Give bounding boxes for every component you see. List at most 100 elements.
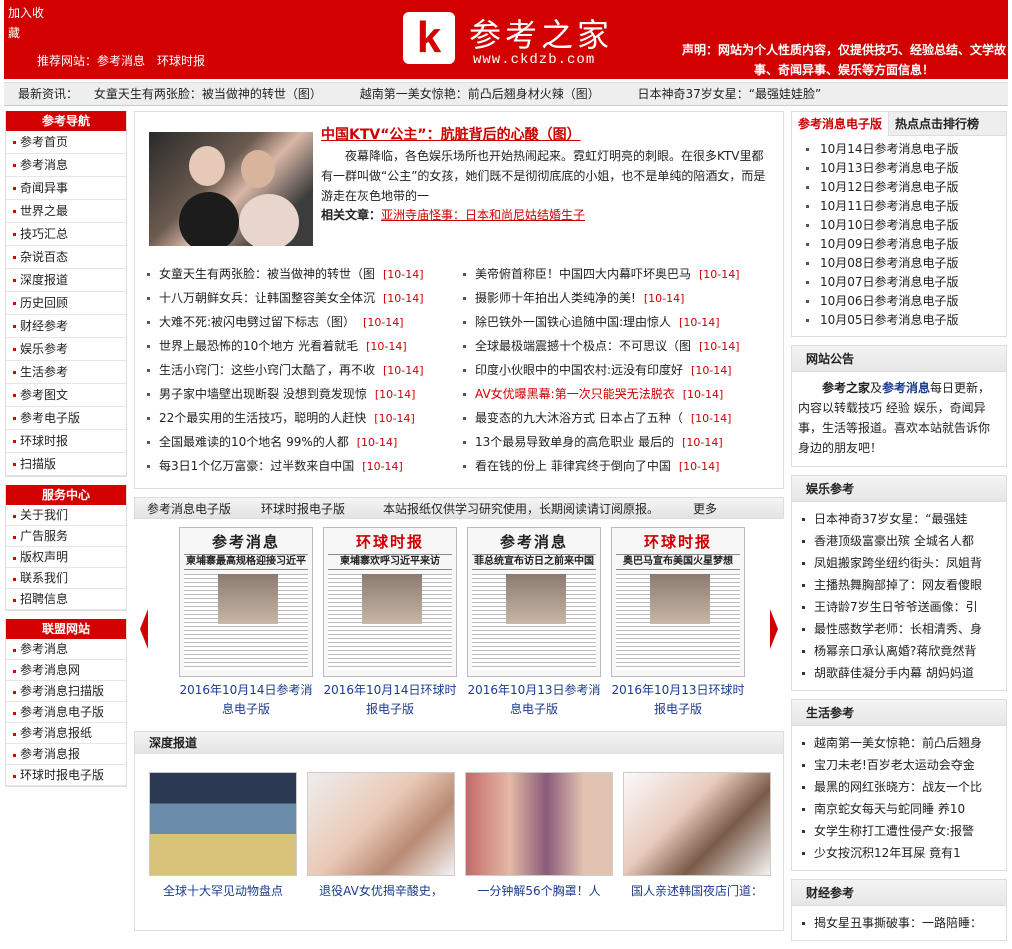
paper-item[interactable]: 参考消息 菲总统宣布访日之前来中国 2016年10月13日参考消息电子版	[466, 527, 602, 719]
site-logo[interactable]: k 参考之家 www.ckdzb.com	[399, 8, 649, 70]
union-item[interactable]: 参考消息扫描版	[6, 681, 126, 702]
nav-item[interactable]: 财经参考	[6, 315, 126, 338]
paper-item[interactable]: 环球时报 奥巴马宣布美国火星梦想 2016年10月13日环球时报电子版	[610, 527, 746, 719]
edition-item[interactable]: 10月09日参考消息电子版	[792, 235, 1006, 254]
paper-caption[interactable]: 2016年10月13日参考消息电子版	[466, 681, 602, 719]
news-item[interactable]: 世界上最恐怖的10个地方 光看着就毛 [10-14]	[147, 334, 424, 358]
featured-photo[interactable]	[149, 132, 313, 246]
list-item[interactable]: 王诗龄7岁生日爷爷送画像：引	[792, 596, 1006, 618]
list-item[interactable]: 女学生称打工遭性侵产女:报警	[792, 820, 1006, 842]
union-item[interactable]: 参考消息网	[6, 660, 126, 681]
list-item[interactable]: 凤姐搬家跨坐纽约街头：凤姐背	[792, 552, 1006, 574]
union-item[interactable]: 参考消息报	[6, 744, 126, 765]
list-item[interactable]: 越南第一美女惊艳：前凸后翘身	[792, 732, 1006, 754]
nav-item[interactable]: 杂说百态	[6, 246, 126, 269]
featured-title[interactable]: 中国KTV“公主”：肮脏背后的心酸（图）	[321, 124, 581, 144]
deep-photo	[465, 772, 613, 876]
union-item[interactable]: 参考消息	[6, 639, 126, 660]
paper-caption[interactable]: 2016年10月14日参考消息电子版	[178, 681, 314, 719]
edition-item[interactable]: 10月14日参考消息电子版	[792, 140, 1006, 159]
paper-item[interactable]: 环球时报 柬埔寨欢呼习近平来访 2016年10月14日环球时报电子版	[322, 527, 458, 719]
union-item[interactable]: 参考消息报纸	[6, 723, 126, 744]
add-favorite-link[interactable]: 加入收 藏	[8, 3, 78, 43]
edition-item[interactable]: 10月06日参考消息电子版	[792, 292, 1006, 311]
deep-item[interactable]: 全球十大罕见动物盘点	[149, 772, 297, 899]
nav-item[interactable]: 奇闻异事	[6, 177, 126, 200]
nav-item[interactable]: 参考首页	[6, 131, 126, 154]
list-item[interactable]: 日本神奇37岁女星：“最强娃	[792, 508, 1006, 530]
deep-item[interactable]: 退役AV女优揭辛酸史，	[307, 772, 455, 899]
news-item[interactable]: 美帝俯首称臣！中国四大内幕吓坏奥巴马 [10-14]	[463, 262, 740, 286]
list-item[interactable]: 主播热舞胸部掉了：网友看傻眼	[792, 574, 1006, 596]
list-item[interactable]: 揭女星丑事撕破事：一路陪睡：	[792, 912, 1006, 934]
carousel-next-icon[interactable]	[770, 609, 778, 649]
service-item[interactable]: 联系我们	[6, 568, 126, 589]
news-item[interactable]: 大难不死:被闪电劈过留下标志（图） [10-14]	[147, 310, 424, 334]
list-item[interactable]: 杨幂亲口承认离婚?蒋欣竟然背	[792, 640, 1006, 662]
news-item[interactable]: 全国最难读的10个地名 99%的人都 [10-14]	[147, 430, 424, 454]
list-item[interactable]: 香港顶级富豪出殡 全城名人都	[792, 530, 1006, 552]
edition-item[interactable]: 10月08日参考消息电子版	[792, 254, 1006, 273]
edition-item[interactable]: 10月07日参考消息电子版	[792, 273, 1006, 292]
nav-item[interactable]: 参考电子版	[6, 407, 126, 430]
news-item[interactable]: 每3日1个亿万富豪：过半数来自中国 [10-14]	[147, 454, 424, 478]
edition-item[interactable]: 10月05日参考消息电子版	[792, 311, 1006, 330]
nav-item[interactable]: 参考消息	[6, 154, 126, 177]
news-item[interactable]: 摄影师十年拍出人类纯净的美! [10-14]	[463, 286, 740, 310]
related-link[interactable]: 亚洲寺庙怪事：日本和尚尼姑结婚生子	[381, 208, 585, 222]
deep-item[interactable]: 一分钟解56个胸罩！人	[465, 772, 613, 899]
news-item[interactable]: AV女优曝黑幕:第一次只能哭无法脱衣 [10-14]	[463, 382, 740, 406]
nav-item[interactable]: 娱乐参考	[6, 338, 126, 361]
list-item[interactable]: 最性感数学老师：长相清秀、身	[792, 618, 1006, 640]
news-item[interactable]: 十八万朝鲜女兵：让韩国整容美女全体沉 [10-14]	[147, 286, 424, 310]
ticker-item[interactable]: 越南第一美女惊艳：前凸后翘身材火辣（图）	[360, 87, 600, 101]
nav-item[interactable]: 历史回顾	[6, 292, 126, 315]
news-item[interactable]: 男子家中墙壁出现断裂 没想到竟发现惊 [10-14]	[147, 382, 424, 406]
ticker-item[interactable]: 女童天生有两张脸：被当做神的转世（图）	[94, 87, 322, 101]
news-item[interactable]: 最变态的九大沐浴方式 日本占了五种（ [10-14]	[463, 406, 740, 430]
tab-cankao-edition[interactable]: 参考消息电子版	[147, 502, 231, 516]
tab-hot-ranking[interactable]: 热点点击排行榜	[889, 112, 985, 136]
paper-caption[interactable]: 2016年10月13日环球时报电子版	[610, 681, 746, 719]
union-item[interactable]: 参考消息电子版	[6, 702, 126, 723]
news-item[interactable]: 22个最实用的生活技巧，聪明的人赶快 [10-14]	[147, 406, 424, 430]
news-item[interactable]: 全球最极端震撼十个极点：不可思议（图 [10-14]	[463, 334, 740, 358]
news-item[interactable]: 女童天生有两张脸：被当做神的转世（图 [10-14]	[147, 262, 424, 286]
news-item[interactable]: 看在钱的份上 菲律宾终于倒向了中国 [10-14]	[463, 454, 740, 478]
edition-item[interactable]: 10月13日参考消息电子版	[792, 159, 1006, 178]
paper-item[interactable]: 参考消息 柬埔寨最高规格迎接习近平 2016年10月14日参考消息电子版	[178, 527, 314, 719]
carousel-prev-icon[interactable]	[140, 609, 148, 649]
nav-item[interactable]: 技巧汇总	[6, 223, 126, 246]
edition-item[interactable]: 10月10日参考消息电子版	[792, 216, 1006, 235]
nav-item[interactable]: 世界之最	[6, 200, 126, 223]
union-item[interactable]: 环球时报电子版	[6, 765, 126, 786]
deep-item[interactable]: 国人亲述韩国夜店门道：	[623, 772, 771, 899]
service-item[interactable]: 广告服务	[6, 526, 126, 547]
nav-item[interactable]: 深度报道	[6, 269, 126, 292]
nav-item[interactable]: 环球时报	[6, 430, 126, 453]
recommend-link-huanqiu[interactable]: 环球时报	[157, 54, 205, 68]
list-item[interactable]: 宝刀未老!百岁老太运动会夺金	[792, 754, 1006, 776]
list-item[interactable]: 胡歌薛佳凝分手内幕 胡妈妈道	[792, 662, 1006, 684]
paper-caption[interactable]: 2016年10月14日环球时报电子版	[322, 681, 458, 719]
list-item[interactable]: 最黑的网红张晓方：战友一个比	[792, 776, 1006, 798]
news-item[interactable]: 除巴铁外一国铁心追随中国:理由惊人 [10-14]	[463, 310, 740, 334]
service-item[interactable]: 版权声明	[6, 547, 126, 568]
tab-editions[interactable]: 参考消息电子版	[792, 112, 890, 136]
service-item[interactable]: 关于我们	[6, 505, 126, 526]
tab-huanqiu-edition[interactable]: 环球时报电子版	[261, 502, 345, 516]
news-item[interactable]: 13个最易导致单身的高危职业 最后的 [10-14]	[463, 430, 740, 454]
more-link[interactable]: 更多	[693, 502, 717, 516]
service-item[interactable]: 招聘信息	[6, 589, 126, 610]
recommend-link-cankao[interactable]: 参考消息	[97, 54, 145, 68]
news-item[interactable]: 印度小伙眼中的中国农村:远没有印度好 [10-14]	[463, 358, 740, 382]
nav-item[interactable]: 生活参考	[6, 361, 126, 384]
ticker-item[interactable]: 日本神奇37岁女星：“最强娃娃脸”	[638, 87, 822, 101]
list-item[interactable]: 少女按沉积12年耳屎 竟有1	[792, 842, 1006, 864]
list-item[interactable]: 南京蛇女每天与蛇同睡 养10	[792, 798, 1006, 820]
nav-item[interactable]: 参考图文	[6, 384, 126, 407]
edition-item[interactable]: 10月12日参考消息电子版	[792, 178, 1006, 197]
news-item[interactable]: 生活小窍门：这些小窍门太酷了，再不收 [10-14]	[147, 358, 424, 382]
edition-item[interactable]: 10月11日参考消息电子版	[792, 197, 1006, 216]
nav-item[interactable]: 扫描版	[6, 453, 126, 476]
